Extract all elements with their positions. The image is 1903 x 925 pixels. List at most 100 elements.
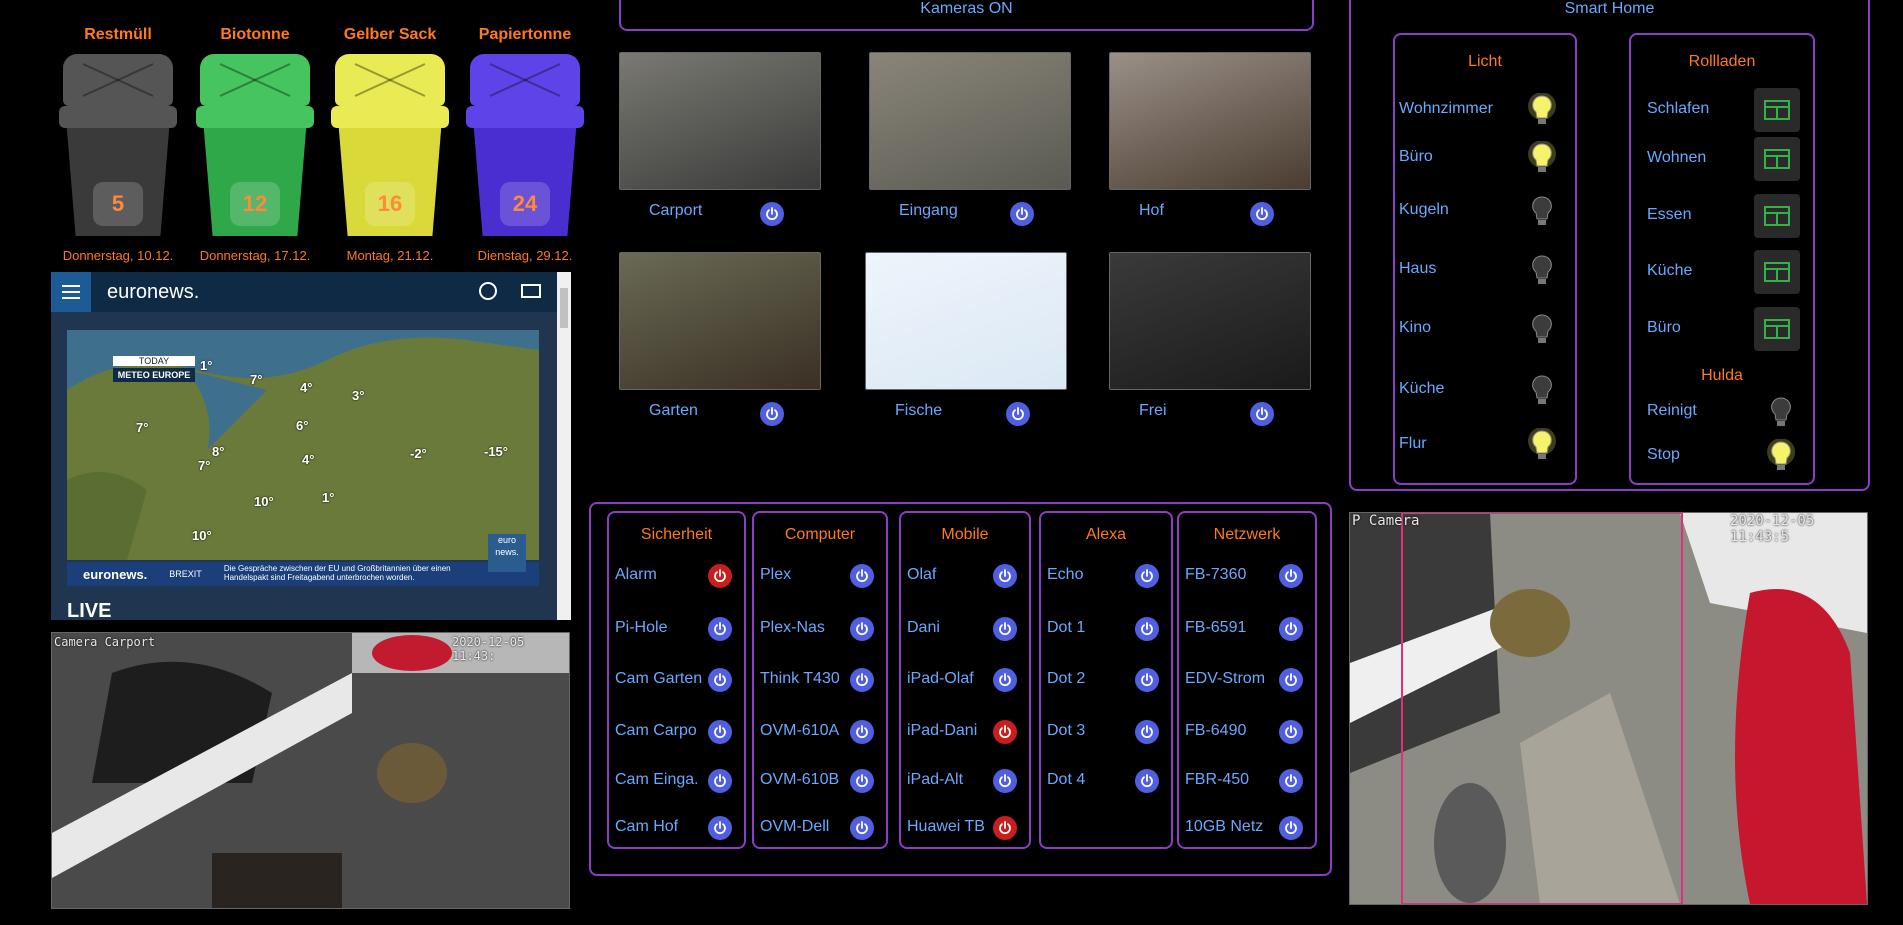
window-shutter-icon[interactable] [1754,307,1800,351]
bin-lid [335,54,445,106]
bin-title: Papiertonne [478,26,572,43]
device-power-button[interactable] [708,668,732,692]
shutter-label: Schlafen [1647,100,1710,117]
window-shutter-icon[interactable] [1754,250,1800,294]
cameras-panel: Kameras ON [619,0,1314,31]
power-icon [714,569,726,583]
device-label: Dot 2 [1047,670,1086,687]
device-label: Olaf [907,566,937,583]
light-bulb-icon[interactable] [1527,194,1557,228]
camera-thumbnail[interactable] [619,52,821,190]
video-icon[interactable] [521,284,541,298]
light-label: Kino [1399,319,1432,336]
device-power-button[interactable] [1135,769,1159,793]
window-shutter-icon[interactable] [1754,194,1800,238]
bin-pickup-date: Donnerstag, 10.12. [62,248,174,263]
window-shutter-icon[interactable] [1754,88,1800,132]
device-power-button[interactable] [993,668,1017,692]
light-bulb-icon[interactable] [1527,312,1557,346]
device-power-button[interactable] [1279,769,1303,793]
map-temperature: 7° [250,372,263,387]
light-bulb-icon[interactable] [1527,253,1557,287]
camera-power-button[interactable] [1250,402,1274,426]
device-power-button[interactable] [1135,617,1159,641]
camera-thumbnail[interactable] [869,52,1071,190]
device-label: iPad-Dani [907,722,978,739]
device-power-button[interactable] [1135,720,1159,744]
device-power-button[interactable] [993,816,1017,840]
ip-cam-timestamp: 2020-12-05 11:43:5 [1730,513,1815,545]
light-bulb-icon[interactable] [1527,373,1557,407]
map-temperature: 1° [200,358,213,373]
shutter-label: Wohnen [1647,149,1707,166]
carport-camera-feed[interactable]: Camera Carport 2020-12-05 11:43: [51,632,570,909]
device-power-button[interactable] [1279,668,1303,692]
device-power-button[interactable] [708,617,732,641]
news-scrollbar[interactable] [557,272,571,620]
device-label: Cam Hof [615,818,679,835]
news-frame[interactable]: euronews. TODAY METEO EUROPE euronews. B… [51,272,571,622]
hulda-status-icon[interactable] [1766,438,1796,473]
window-shutter-icon[interactable] [1754,137,1800,181]
device-label: OVM-610A [760,722,840,739]
hulda-status-icon[interactable] [1766,395,1796,429]
device-power-button[interactable] [850,816,874,840]
device-power-button[interactable] [850,668,874,692]
euronews-badge: euro news. [488,534,526,572]
device-power-button[interactable] [850,769,874,793]
device-power-button[interactable] [708,564,732,588]
device-power-button[interactable] [708,816,732,840]
device-power-button[interactable] [993,769,1017,793]
bin-rim [466,106,584,128]
history-icon[interactable] [479,282,497,300]
camera-power-button[interactable] [1250,202,1274,226]
trash-bin: Biotonne 12 Donnerstag, 17.12. [196,22,314,263]
device-label: OVM-610B [760,771,840,788]
bin-days-count: 16 [365,182,415,226]
camera-power-button[interactable] [1006,402,1030,426]
shutter-label: Küche [1647,262,1693,279]
bin-lid [63,54,173,106]
device-power-button[interactable] [708,720,732,744]
power-icon [1141,673,1153,687]
device-power-button[interactable] [850,564,874,588]
power-icon [999,673,1011,687]
bin-days-count: 12 [230,182,280,226]
menu-icon[interactable] [51,272,91,312]
camera-thumbnail[interactable] [619,252,821,390]
map-temperature: -2° [410,446,427,461]
bin-days-count: 5 [93,182,143,226]
device-power-button[interactable] [1279,720,1303,744]
device-power-button[interactable] [993,720,1017,744]
camera-label: Eingang [899,202,958,219]
device-power-button[interactable] [1135,564,1159,588]
device-group-title: Computer [784,526,856,543]
camera-power-button[interactable] [760,402,784,426]
light-bulb-icon[interactable] [1527,92,1557,127]
device-power-button[interactable] [1279,564,1303,588]
camera-thumbnail[interactable] [1109,52,1311,190]
meteo-label: METEO EUROPE [113,368,195,382]
camera-power-button[interactable] [760,202,784,226]
news-header: euronews. [51,272,557,312]
device-power-button[interactable] [850,617,874,641]
device-power-button[interactable] [708,769,732,793]
device-label: Pi-Hole [615,619,668,636]
ticker-brand: euronews. [83,566,148,582]
device-power-button[interactable] [993,617,1017,641]
trash-bin: Gelber Sack 16 Montag, 21.12. [331,22,449,263]
camera-power-button[interactable] [1010,202,1034,226]
device-power-button[interactable] [1279,617,1303,641]
device-power-button[interactable] [993,564,1017,588]
device-power-button[interactable] [850,720,874,744]
power-icon [999,569,1011,583]
device-power-button[interactable] [1279,816,1303,840]
device-power-button[interactable] [1135,668,1159,692]
light-bulb-icon[interactable] [1527,140,1557,175]
ip-camera-feed[interactable]: P Camera 2020-12-05 11:43:5 [1349,512,1868,905]
power-icon [1141,569,1153,583]
camera-thumbnail[interactable] [1109,252,1311,390]
light-bulb-icon[interactable] [1527,427,1557,462]
ip-cam-label: P Camera [1352,513,1420,529]
camera-thumbnail[interactable] [865,252,1067,390]
